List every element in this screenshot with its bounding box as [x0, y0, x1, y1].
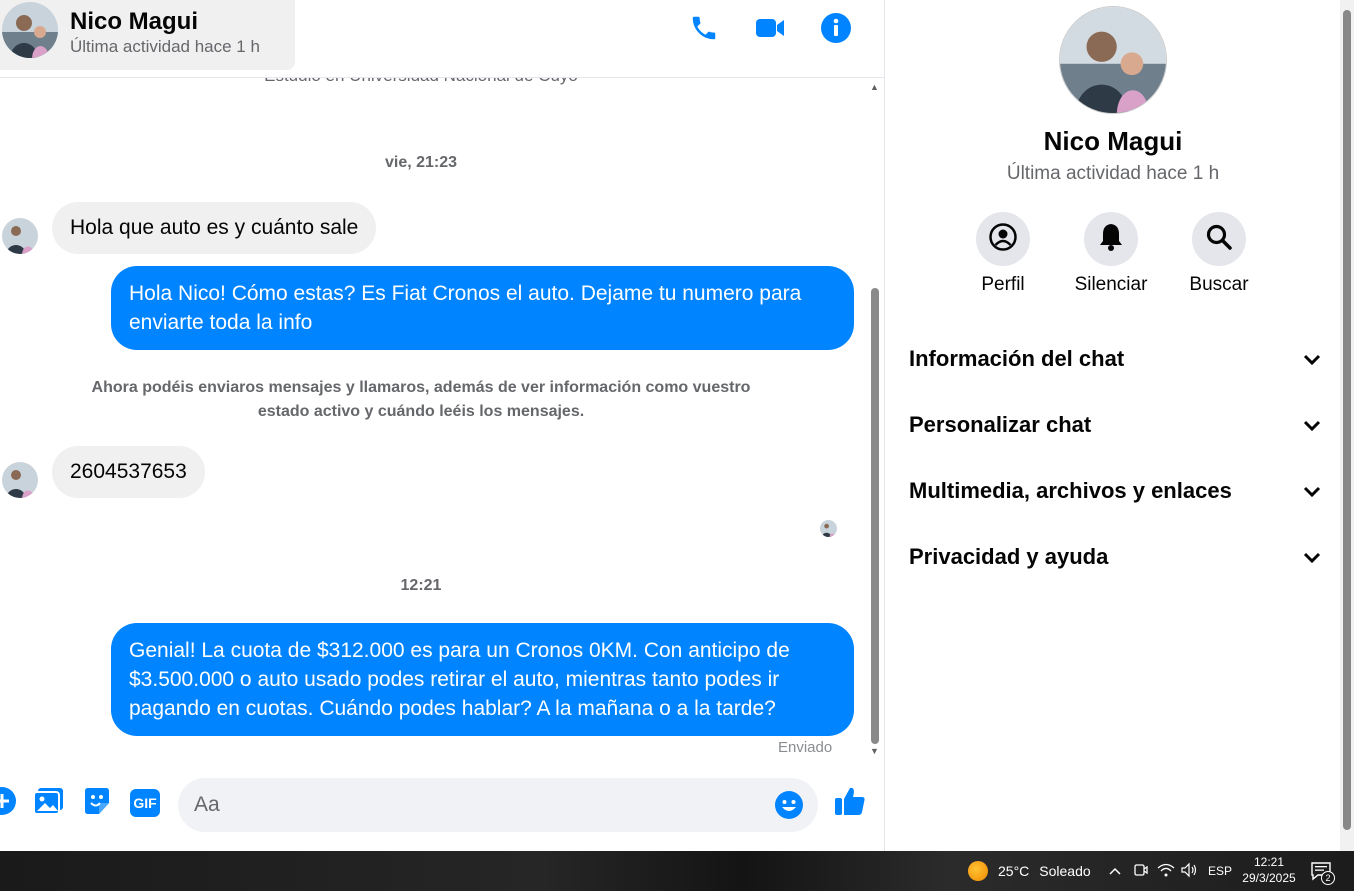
- gif-icon: GIF: [130, 789, 160, 817]
- window-scrollbar[interactable]: [1340, 0, 1354, 851]
- section-customize-chat[interactable]: Personalizar chat: [909, 401, 1321, 449]
- profile-status: Última actividad hace 1 h: [1006, 163, 1220, 184]
- section-privacy-help[interactable]: Privacidad y ayuda: [909, 533, 1321, 581]
- conversation-details-panel: Nico Magui Última actividad hace 1 h Per…: [884, 0, 1340, 851]
- sun-icon: [968, 861, 988, 881]
- emoji-icon: [774, 791, 804, 824]
- message-input[interactable]: [194, 778, 754, 832]
- clock-time: 12:21: [1253, 855, 1285, 869]
- sender-avatar[interactable]: [2, 218, 38, 254]
- chevron-down-icon: [1303, 346, 1321, 372]
- chat-header: Nico Magui Última actividad hace 1 h: [0, 0, 884, 78]
- bell-icon: [1097, 222, 1125, 257]
- section-media-files-links[interactable]: Multimedia, archivos y enlaces: [909, 467, 1321, 515]
- photo-icon: [33, 786, 65, 821]
- windows-taskbar: 25°C Soleado ESP 12:21 29/3/2025 2: [0, 851, 1354, 891]
- gif-button[interactable]: GIF: [129, 787, 161, 819]
- input-language-button[interactable]: ESP: [1208, 851, 1232, 891]
- delivery-status: Enviado: [778, 739, 833, 756]
- search-icon: [1204, 222, 1234, 257]
- chevron-up-icon: [1108, 863, 1122, 879]
- contact-status: Última actividad hace 1 h: [70, 37, 260, 56]
- outgoing-message[interactable]: Hola Nico! Cómo estas? Es Fiat Cronos el…: [111, 266, 854, 350]
- chat-column: Nico Magui Última actividad hace 1 h E: [0, 0, 884, 851]
- profile-icon: [988, 222, 1018, 257]
- mute-action-button[interactable]: Silenciar: [1066, 212, 1156, 296]
- section-label: Personalizar chat: [909, 412, 1092, 437]
- section-label: Multimedia, archivos y enlaces: [909, 478, 1232, 503]
- chevron-down-icon: [1303, 544, 1321, 570]
- contact-education-text: Estudió en Universidad Nacional de Cuyo: [0, 78, 842, 86]
- section-label: Información del chat: [909, 346, 1125, 371]
- taskbar-clock[interactable]: 12:21 29/3/2025: [1236, 854, 1302, 886]
- info-icon: [820, 12, 852, 49]
- profile-action-circle[interactable]: [976, 212, 1030, 266]
- read-receipt-avatar: [820, 520, 837, 537]
- weather-condition: Soleado: [1039, 863, 1091, 879]
- sticker-button[interactable]: [81, 787, 113, 819]
- clock-date: 29/3/2025: [1242, 871, 1296, 885]
- notification-count-badge: 2: [1321, 871, 1335, 885]
- send-like-button[interactable]: [834, 787, 866, 819]
- timestamp-separator: vie, 21:23: [384, 154, 458, 171]
- message-input-wrapper: [178, 778, 818, 832]
- sender-avatar[interactable]: [2, 462, 38, 498]
- timestamp-separator: 12:21: [400, 577, 442, 594]
- profile-action-label: Perfil: [981, 274, 1025, 295]
- window-scroll-thumb[interactable]: [1343, 10, 1351, 830]
- search-action-label: Buscar: [1189, 274, 1249, 295]
- notification-icon: 2: [1310, 861, 1335, 885]
- plus-icon: [0, 786, 17, 821]
- outgoing-message[interactable]: Genial! La cuota de $312.000 es para un …: [111, 623, 854, 736]
- notification-center-button[interactable]: 2: [1310, 851, 1335, 891]
- mute-action-label: Silenciar: [1074, 274, 1148, 295]
- attach-photo-button[interactable]: [33, 787, 65, 819]
- scroll-up-arrow[interactable]: ▲: [869, 82, 880, 92]
- incoming-message[interactable]: 2604537653: [52, 446, 205, 498]
- thumbs-up-icon: [834, 785, 866, 822]
- search-action-button[interactable]: Buscar: [1174, 212, 1264, 296]
- weather-widget[interactable]: 25°C Soleado: [968, 851, 1091, 891]
- scroll-thumb[interactable]: [871, 288, 879, 744]
- message-composer: GIF: [0, 770, 884, 840]
- contact-profile-avatar[interactable]: [1059, 6, 1167, 114]
- mute-action-circle[interactable]: [1084, 212, 1138, 266]
- chevron-down-icon: [1303, 478, 1321, 504]
- contact-avatar[interactable]: [2, 2, 58, 58]
- network-button[interactable]: [1157, 851, 1175, 891]
- voice-call-button[interactable]: [686, 12, 722, 48]
- show-hidden-icons-button[interactable]: [1108, 851, 1122, 891]
- more-actions-button[interactable]: [0, 786, 18, 821]
- message-list: Estudió en Universidad Nacional de Cuyo …: [0, 78, 866, 760]
- profile-name: Nico Magui: [1043, 126, 1183, 156]
- weather-temperature: 25°C: [998, 863, 1030, 879]
- messenger-window: Nico Magui Última actividad hace 1 h E: [0, 0, 1354, 851]
- incoming-message[interactable]: Hola que auto es y cuánto sale: [52, 202, 377, 254]
- contact-name[interactable]: Nico Magui: [70, 8, 198, 36]
- section-chat-info[interactable]: Información del chat: [909, 335, 1321, 383]
- profile-action-button[interactable]: Perfil: [958, 212, 1048, 296]
- sticker-icon: [82, 786, 112, 821]
- meet-now-button[interactable]: [1133, 851, 1149, 891]
- search-action-circle[interactable]: [1192, 212, 1246, 266]
- contact-header-button[interactable]: Nico Magui Última actividad hace 1 h: [0, 0, 295, 70]
- video-camera-icon: [754, 13, 786, 48]
- wifi-icon: [1157, 862, 1175, 881]
- video-call-button[interactable]: [752, 12, 788, 48]
- message-scrollbar[interactable]: ▲ ▼: [866, 78, 882, 760]
- section-label: Privacidad y ayuda: [909, 544, 1109, 569]
- emoji-button[interactable]: [774, 790, 804, 825]
- speaker-icon: [1180, 862, 1198, 881]
- volume-button[interactable]: [1180, 851, 1198, 891]
- conversation-info-button[interactable]: [818, 12, 854, 48]
- scroll-down-arrow[interactable]: ▼: [869, 746, 880, 756]
- phone-icon: [689, 13, 719, 48]
- system-notice: Ahora podéis enviaros mensajes y llamaro…: [91, 379, 751, 420]
- camera-tray-icon: [1133, 862, 1149, 881]
- chevron-down-icon: [1303, 412, 1321, 438]
